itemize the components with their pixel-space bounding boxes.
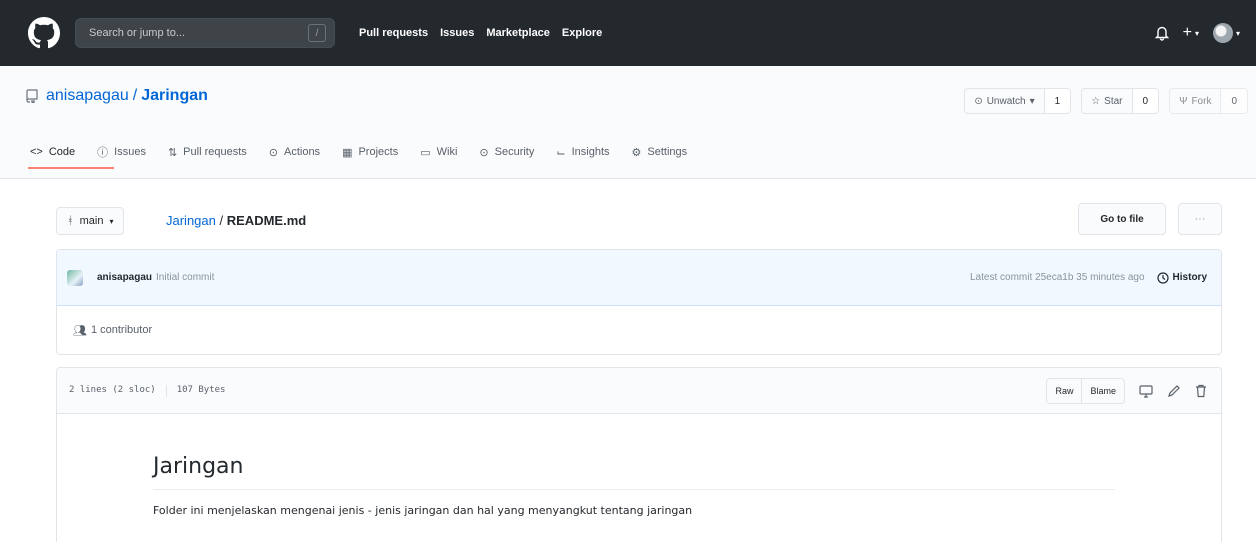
branch-name: main: [79, 215, 104, 227]
commit-box: anisapagau Initial commit Latest commit …: [56, 249, 1222, 355]
repo-name-link[interactable]: Jaringan: [141, 87, 208, 105]
readme-content: Jaringan Folder ini menjelaskan mengenai…: [57, 414, 1221, 517]
search-input[interactable]: Search or jump to... /: [75, 18, 335, 48]
wiki-icon: ▭: [420, 146, 431, 159]
file-viewer: 2 lines (2 sloc) 107 Bytes Raw Blame Jar…: [56, 367, 1222, 542]
desktop-icon[interactable]: [1139, 384, 1153, 398]
history-link[interactable]: History: [1156, 271, 1207, 284]
fork-label: Fork: [1191, 95, 1212, 107]
latest-commit-info[interactable]: Latest commit 25eca1b 35 minutes ago: [970, 272, 1145, 283]
pencil-icon[interactable]: [1167, 384, 1181, 398]
raw-blame-group: Raw Blame: [1046, 377, 1125, 404]
issue-icon: ⓘ: [97, 147, 109, 159]
pull-request-icon: ⇅: [167, 146, 178, 159]
repo-icon: [26, 89, 38, 103]
avatar[interactable]: [67, 269, 83, 286]
readme-heading: Jaringan: [153, 454, 1115, 490]
breadcrumb: Jaringan / README.md: [166, 213, 306, 228]
tab-actions[interactable]: ⊙ Actions: [269, 142, 320, 162]
security-icon: ⊙: [479, 146, 489, 159]
raw-button[interactable]: Raw: [1047, 379, 1081, 403]
active-tab-indicator: [28, 167, 114, 169]
watch-label: Unwatch: [986, 95, 1026, 107]
file-header: 2 lines (2 sloc) 107 Bytes Raw Blame: [57, 368, 1221, 414]
code-icon: <>: [30, 146, 43, 158]
nav-marketplace[interactable]: Marketplace: [486, 27, 550, 39]
star-icon: ☆: [1091, 95, 1101, 107]
search-placeholder: Search or jump to...: [89, 27, 185, 39]
tab-pull-requests[interactable]: ⇅ Pull requests: [168, 142, 247, 162]
chevron-down-icon: ▾: [1235, 28, 1240, 38]
commit-message[interactable]: Initial commit: [156, 272, 214, 283]
people-icon: 👥︎: [73, 324, 87, 337]
tab-settings[interactable]: ⚙ Settings: [632, 142, 688, 162]
tab-security[interactable]: ⊙ Security: [479, 142, 534, 162]
search-shortcut-key: /: [308, 24, 326, 42]
history-icon: [1156, 271, 1169, 284]
insights-icon: ⌙: [556, 146, 566, 159]
repo-title: anisapagau / Jaringan: [26, 87, 208, 105]
readme-paragraph: Folder ini menjelaskan mengenai jenis - …: [153, 504, 693, 517]
notification-bell-icon[interactable]: [1154, 25, 1169, 41]
nav-pull-requests[interactable]: Pull requests: [359, 27, 428, 39]
chevron-down-icon: ▾: [1029, 95, 1035, 107]
more-options-button[interactable]: ···: [1178, 203, 1222, 235]
branch-selector[interactable]: ᚼ main ▾: [56, 207, 125, 235]
top-nav: Pull requests Issues Marketplace Explore: [359, 27, 602, 39]
tab-insights[interactable]: ⌙ Insights: [556, 142, 609, 162]
repo-header: anisapagau / Jaringan ⊙ Unwatch ▾ 1 ☆ St…: [0, 66, 1256, 179]
fork-button[interactable]: Ψ Fork 0: [1169, 88, 1248, 114]
divider: [165, 384, 167, 397]
star-label: Star: [1104, 95, 1123, 107]
settings-icon: ⚙: [631, 146, 642, 159]
file-lines: 2 lines (2 sloc): [69, 384, 156, 395]
breadcrumb-separator: /: [219, 213, 224, 228]
file-size: 107 Bytes: [176, 384, 226, 395]
branch-icon: ᚼ: [67, 215, 74, 227]
watch-count[interactable]: 1: [1044, 89, 1071, 113]
blame-button[interactable]: Blame: [1081, 378, 1124, 403]
fork-icon: Ψ: [1179, 95, 1188, 107]
star-count[interactable]: 0: [1132, 89, 1159, 113]
tab-wiki[interactable]: ▭ Wiki: [420, 142, 457, 162]
nav-issues[interactable]: Issues: [440, 27, 474, 39]
tab-projects[interactable]: ▦ Projects: [342, 142, 398, 162]
header-actions: + ▾ ▾: [1154, 23, 1240, 43]
trash-icon[interactable]: [1195, 384, 1207, 398]
actions-icon: ⊙: [268, 146, 278, 159]
avatar: [1212, 23, 1233, 43]
contributors-row[interactable]: 👥︎ 1 contributor: [57, 306, 1221, 354]
repo-tabs: <> Code ⓘ Issues ⇅ Pull requests ⊙ Actions ▦…: [30, 142, 687, 162]
plus-icon: +: [1182, 24, 1192, 41]
star-button[interactable]: ☆ Star 0: [1081, 88, 1160, 114]
global-header: Search or jump to... / Pull requests Iss…: [0, 0, 1256, 66]
user-menu[interactable]: ▾: [1212, 23, 1240, 43]
go-to-file-button[interactable]: Go to file: [1078, 203, 1166, 235]
github-logo-icon[interactable]: [28, 17, 60, 49]
contributors-text: 1 contributor: [90, 324, 153, 336]
latest-commit-row: anisapagau Initial commit Latest commit …: [57, 250, 1221, 306]
watch-button[interactable]: ⊙ Unwatch ▾ 1: [964, 88, 1072, 114]
tab-issues[interactable]: ⓘ Issues: [97, 142, 146, 162]
create-new-dropdown[interactable]: + ▾: [1183, 24, 1199, 42]
fork-count[interactable]: 0: [1221, 89, 1247, 113]
projects-icon: ▦: [342, 146, 353, 159]
nav-explore[interactable]: Explore: [562, 27, 602, 39]
chevron-down-icon: ▾: [109, 216, 114, 226]
tab-code[interactable]: <> Code: [30, 142, 75, 162]
repo-owner-link[interactable]: anisapagau: [46, 87, 129, 105]
breadcrumb-repo-link[interactable]: Jaringan: [166, 213, 216, 228]
repo-title-separator: /: [132, 87, 138, 104]
chevron-down-icon: ▾: [1194, 28, 1199, 38]
breadcrumb-file: README.md: [226, 213, 307, 228]
eye-icon: ⊙: [974, 95, 983, 107]
commit-author[interactable]: anisapagau: [97, 272, 152, 283]
repo-actions: ⊙ Unwatch ▾ 1 ☆ Star 0 Ψ Fork 0: [964, 88, 1248, 114]
